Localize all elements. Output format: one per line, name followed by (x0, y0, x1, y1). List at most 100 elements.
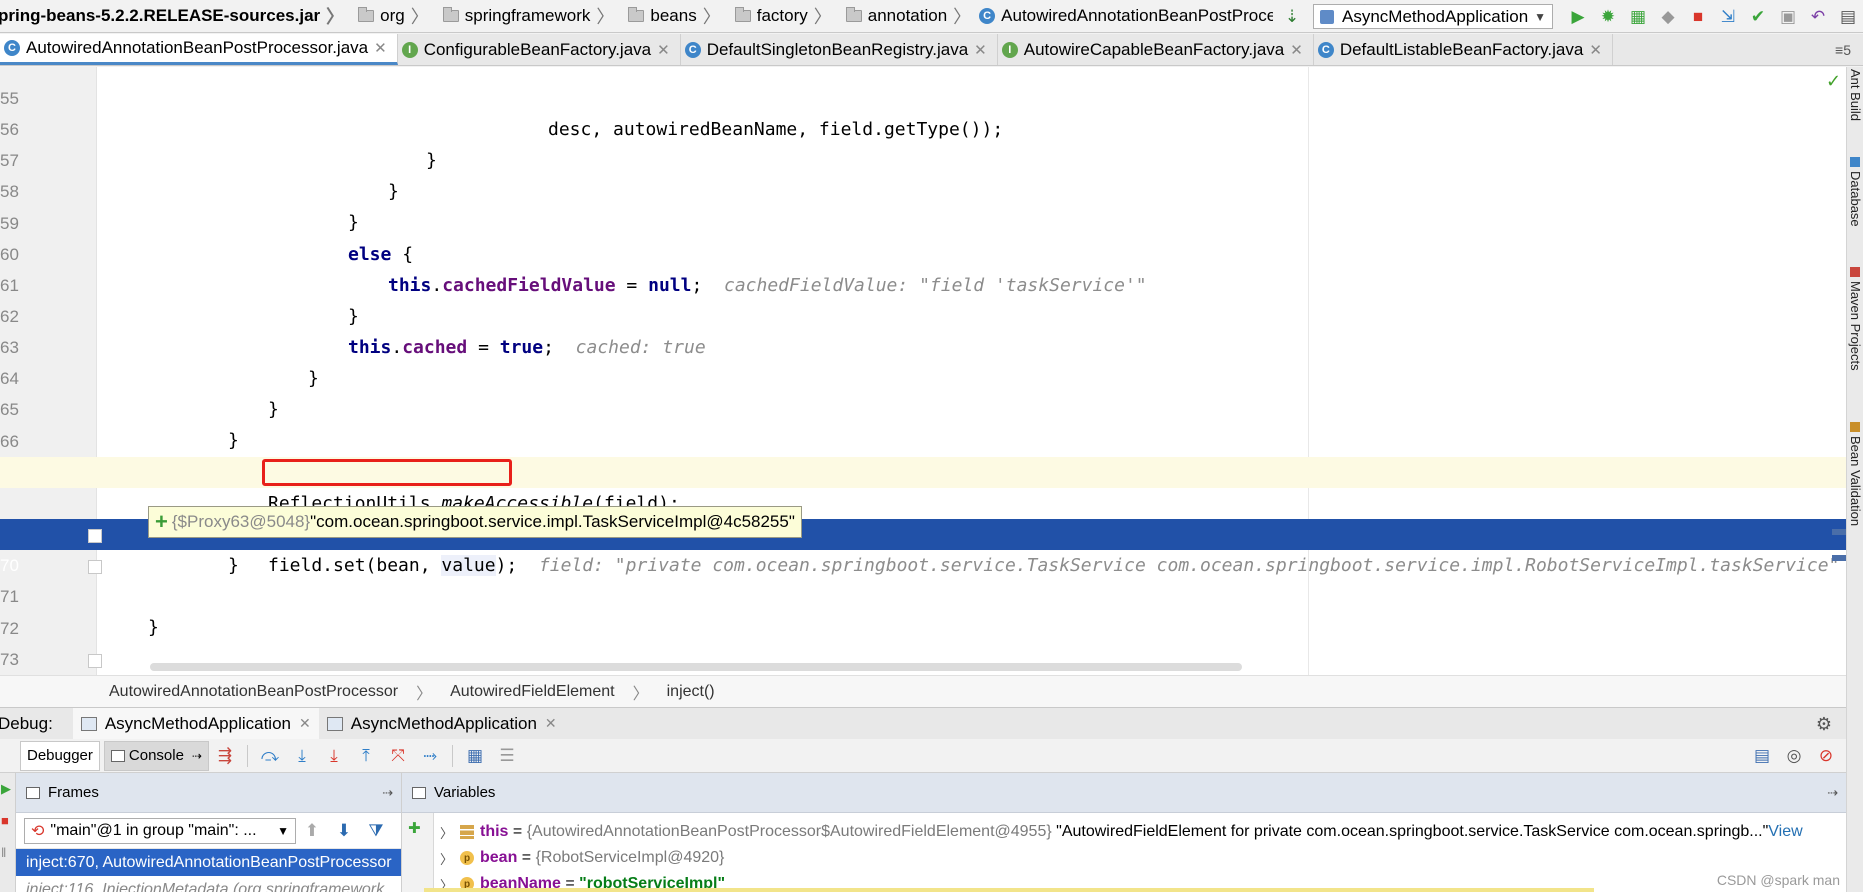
variable-row[interactable]: 〉 p bean = {RobotServiceImpl@4920} (440, 845, 724, 871)
build-icon[interactable]: ⇣ (1277, 0, 1307, 32)
thread-selector-row: ⟲ "main"@1 in group "main": ... ▼ ⬆ ⬇ ⧩ (16, 813, 401, 849)
fold-marker-icon[interactable] (88, 560, 102, 574)
close-icon[interactable]: ✕ (374, 39, 387, 57)
frame-item[interactable]: inject:670, AutowiredAnnotationBeanPostP… (16, 849, 401, 876)
parameter-icon: p (460, 851, 474, 865)
debug-icon[interactable]: ✹ (1593, 0, 1623, 32)
close-icon[interactable]: ✕ (1589, 41, 1602, 59)
tool-window-maven-projects[interactable]: Maven Projects (1848, 267, 1863, 371)
view-link[interactable]: View (1768, 823, 1802, 841)
chevron-right-icon: 〉 (813, 7, 832, 27)
tool-window-ant-build[interactable]: Ant Build (1848, 69, 1863, 121)
arrow-down-icon[interactable]: ⬇ (328, 821, 360, 841)
tab-console[interactable]: Console ⇢ (103, 740, 209, 771)
editor-breadcrumb-item[interactable]: AutowiredFieldElement (450, 683, 615, 701)
add-watch-icon[interactable]: ✚ (408, 819, 421, 837)
thread-select[interactable]: ⟲ "main"@1 in group "main": ... ▼ (24, 817, 296, 844)
run-configuration-select[interactable]: AsyncMethodApplication ▼ (1313, 4, 1553, 29)
fold-marker-icon[interactable] (88, 654, 102, 668)
gear-icon[interactable]: ⚙ (1816, 714, 1832, 735)
tool-window-database[interactable]: Database (1848, 157, 1863, 227)
stop-icon[interactable]: ■ (1, 813, 9, 828)
horizontal-scrollbar[interactable] (150, 663, 1242, 671)
step-over-icon[interactable]: ⤼ (254, 740, 286, 772)
maven-icon (1850, 267, 1860, 277)
frame-label: inject:116, InjectionMetadata (org.sprin… (26, 880, 385, 892)
coverage-icon[interactable]: ▦ (1623, 0, 1653, 32)
vcs-history-icon[interactable]: ▣ (1773, 0, 1803, 32)
folder-icon (734, 7, 751, 22)
variables-panel: Variables ⇢ ✚ 〉 this = {AutowiredAnnotat… (402, 773, 1846, 892)
tab-default-listable-bean-factory[interactable]: C DefaultListableBeanFactory.java ✕ (1314, 34, 1613, 65)
tab-configurable-bean-factory[interactable]: I ConfigurableBeanFactory.java ✕ (398, 34, 681, 65)
code-line: 55 desc, autowiredBeanName, field.getTyp… (0, 67, 1846, 140)
project-structure-icon[interactable]: ▤ (1833, 0, 1863, 32)
view-breakpoints-icon[interactable]: ◎ (1778, 740, 1810, 772)
breadcrumb-jar[interactable]: pring-beans-5.2.2.RELEASE-sources.jar 〉 (0, 0, 348, 32)
run-to-cursor-icon[interactable]: ⤑ (414, 740, 446, 772)
scroll-marker (1832, 555, 1846, 561)
close-icon[interactable]: ✕ (1290, 41, 1303, 59)
editor-breadcrumb-item[interactable]: inject() (667, 683, 715, 701)
breadcrumb-org[interactable]: org 〉 (348, 0, 433, 32)
vcs-commit-icon[interactable]: ✔ (1743, 0, 1773, 32)
console-icon (110, 749, 125, 762)
profile-icon[interactable]: ◆ (1653, 0, 1683, 32)
tab-autowire-capable-bean-factory[interactable]: I AutowireCapableBeanFactory.java ✕ (998, 34, 1314, 65)
arrow-up-icon[interactable]: ⬆ (296, 821, 328, 841)
fold-marker-icon[interactable] (88, 529, 102, 543)
chevron-right-icon[interactable]: 〉 (440, 849, 460, 868)
stop-icon[interactable]: ■ (1683, 0, 1713, 32)
drop-frame-icon[interactable]: ⤧ (382, 740, 414, 772)
class-icon: C (684, 41, 701, 58)
frame-item[interactable]: inject:116, InjectionMetadata (org.sprin… (16, 876, 401, 892)
navigation-bar: pring-beans-5.2.2.RELEASE-sources.jar 〉 o… (0, 0, 1863, 33)
variable-row[interactable]: 〉 this = {AutowiredAnnotationBeanPostPro… (440, 819, 1803, 845)
interface-icon: I (1001, 41, 1018, 58)
tabs-overflow-menu[interactable]: ≡5 (1823, 34, 1863, 65)
breadcrumb-annotation[interactable]: annotation 〉 (836, 0, 975, 32)
revert-icon[interactable]: ↶ (1803, 0, 1833, 32)
close-icon[interactable]: ✕ (974, 41, 987, 59)
chevron-right-icon: 〉 (702, 7, 721, 27)
editor-breadcrumb-item[interactable]: AutowiredAnnotationBeanPostProcessor (109, 683, 398, 701)
pin-icon[interactable]: ⇢ (382, 785, 393, 801)
evaluate-expression-icon[interactable]: ▦ (459, 740, 491, 772)
variables-header: Variables ⇢ (402, 773, 1846, 813)
subtab-label: Debugger (27, 747, 93, 764)
code-editor[interactable]: 55 desc, autowiredBeanName, field.getTyp… (0, 67, 1846, 675)
debug-session-tab[interactable]: AsyncMethodApplication ✕ (319, 708, 565, 740)
pause-icon[interactable]: ‖ (1, 845, 6, 860)
close-icon[interactable]: ✕ (545, 715, 557, 732)
trace-icon[interactable]: ☰ (491, 740, 523, 772)
force-step-into-icon[interactable]: ⤓ (318, 740, 350, 772)
breadcrumb-springframework[interactable]: springframework 〉 (433, 0, 619, 32)
show-execution-point-icon[interactable]: ⇶ (209, 740, 241, 772)
tab-debugger[interactable]: Debugger (20, 740, 100, 771)
step-out-icon[interactable]: ⤒ (350, 740, 382, 772)
close-icon[interactable]: ✕ (657, 41, 670, 59)
chevron-right-icon: 〉 (596, 7, 615, 27)
mute-breakpoints-icon[interactable]: ⊘ (1810, 740, 1842, 772)
step-into-icon[interactable]: ⤓ (286, 740, 318, 772)
tab-default-singleton-bean-registry[interactable]: C DefaultSingletonBeanRegistry.java ✕ (681, 34, 998, 65)
tool-window-bean-validation[interactable]: Bean Validation (1848, 422, 1863, 526)
folder-icon (628, 7, 645, 22)
expand-icon[interactable]: + (155, 509, 168, 535)
pin-icon[interactable]: ⇢ (1827, 785, 1838, 801)
breadcrumb-factory[interactable]: factory 〉 (725, 0, 836, 32)
chevron-right-icon[interactable]: 〉 (440, 823, 460, 842)
close-icon[interactable]: ✕ (299, 715, 311, 732)
pin-icon: ⇢ (191, 748, 202, 763)
breadcrumb-beans[interactable]: beans 〉 (618, 0, 724, 32)
resume-icon[interactable]: ▶ (1, 781, 11, 797)
filter-icon[interactable]: ⧩ (360, 821, 392, 841)
restore-layout-icon[interactable]: ▤ (1746, 740, 1778, 772)
run-config-label: AsyncMethodApplication (1342, 6, 1529, 26)
tab-autowired-annotation-bean-post-processor[interactable]: C AutowiredAnnotationBeanPostProcessor.ja… (0, 34, 398, 65)
session-icon (326, 716, 343, 731)
vcs-update-icon[interactable]: ⇲ (1713, 0, 1743, 32)
database-icon (1850, 157, 1860, 167)
run-icon[interactable]: ▶ (1563, 0, 1593, 32)
debug-session-tab[interactable]: AsyncMethodApplication ✕ (72, 707, 319, 740)
